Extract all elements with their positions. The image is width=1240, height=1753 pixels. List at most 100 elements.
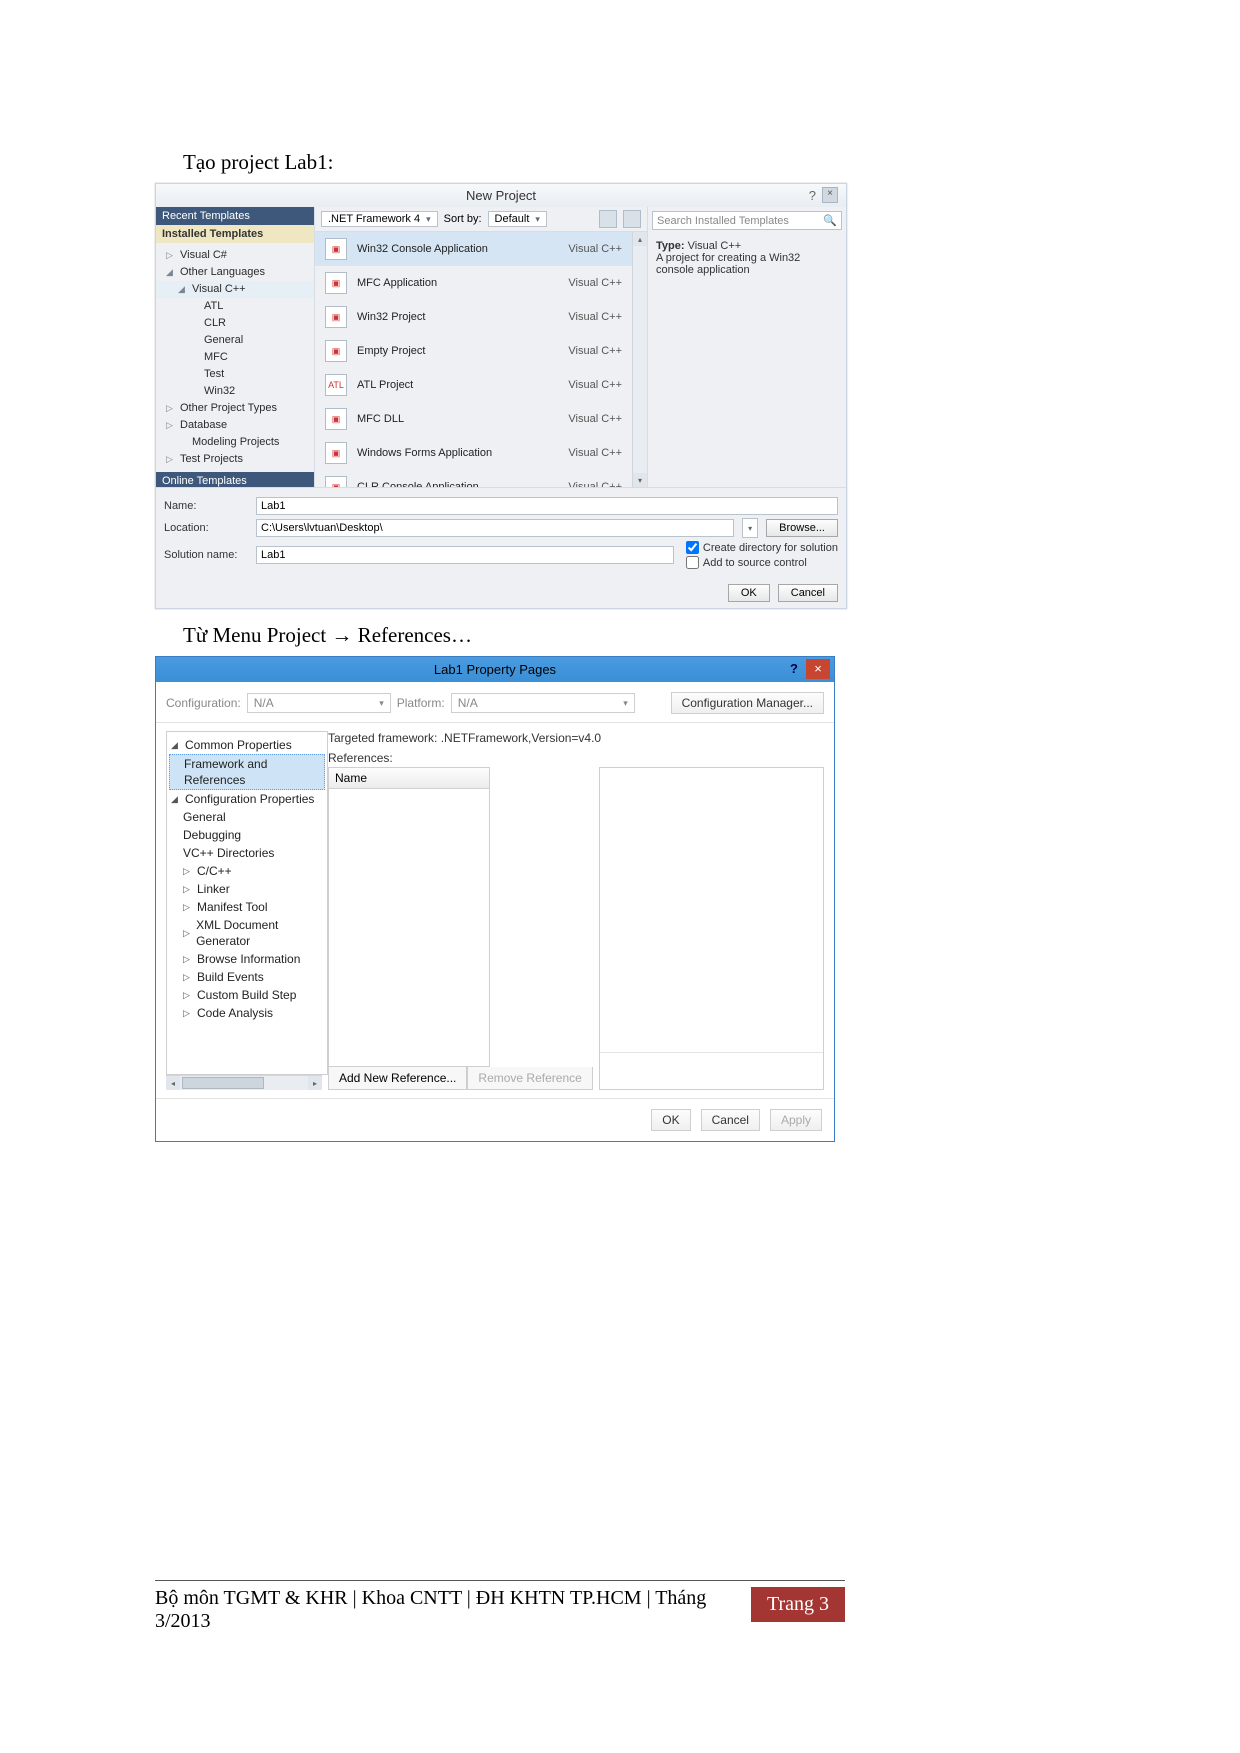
template-item[interactable]: ▣MFC ApplicationVisual C++	[315, 266, 632, 300]
tree-test[interactable]: Test	[204, 367, 224, 382]
references-list[interactable]: Name	[328, 767, 490, 1067]
ok-button[interactable]: OK	[651, 1109, 690, 1131]
name-column-header[interactable]: Name	[329, 768, 489, 789]
template-lang: Visual C++	[568, 447, 622, 459]
template-item[interactable]: ▣CLR Console ApplicationVisual C++	[315, 470, 632, 487]
tree-vcpp-directories[interactable]: VC++ Directories	[183, 845, 274, 861]
template-name: Win32 Console Application	[357, 243, 488, 255]
property-pages-dialog: Lab1 Property Pages ? × Configuration: N…	[155, 656, 835, 1142]
tree-database[interactable]: Database	[180, 418, 227, 433]
framework-dropdown[interactable]: .NET Framework 4 ▾	[321, 211, 438, 227]
dialog-title: New Project ? ×	[156, 184, 846, 207]
tree-code-analysis[interactable]: Code Analysis	[197, 1005, 273, 1021]
scroll-right-icon[interactable]: ▸	[308, 1076, 322, 1090]
tree-general[interactable]: General	[183, 809, 226, 825]
recent-templates-header[interactable]: Recent Templates	[156, 207, 314, 225]
help-icon[interactable]: ?	[809, 188, 816, 203]
configuration-dropdown[interactable]: N/A▾	[247, 693, 391, 713]
sortby-dropdown[interactable]: Default ▾	[488, 211, 547, 227]
template-lang: Visual C++	[568, 311, 622, 323]
add-source-control-label: Add to source control	[703, 557, 807, 569]
tree-configuration-properties[interactable]: Configuration Properties	[185, 791, 314, 807]
chevron-down-icon: ▾	[426, 214, 431, 225]
scroll-left-icon[interactable]: ◂	[166, 1076, 180, 1090]
dialog-title: Lab1 Property Pages ? ×	[156, 657, 834, 682]
tree-linker[interactable]: Linker	[197, 881, 230, 897]
help-icon[interactable]: ?	[790, 661, 798, 676]
view-large-icon[interactable]	[599, 210, 617, 228]
tree-mfc[interactable]: MFC	[204, 350, 228, 365]
project-icon: ▣	[325, 476, 347, 487]
installed-templates-header[interactable]: Installed Templates	[156, 225, 314, 243]
property-tree: ◢Common Properties Framework and Referen…	[166, 731, 328, 1075]
create-directory-checkbox[interactable]	[686, 541, 699, 554]
tree-visual-cpp[interactable]: Visual C++	[192, 282, 246, 297]
scroll-down-icon[interactable]: ▾	[633, 473, 647, 487]
solution-name-input[interactable]	[256, 546, 674, 564]
tree-build-events[interactable]: Build Events	[197, 969, 264, 985]
tree-c-cpp[interactable]: C/C++	[197, 863, 232, 879]
template-description: Type: Visual C++ A project for creating …	[648, 234, 846, 282]
tree-general[interactable]: General	[204, 333, 243, 348]
framework-value: .NET Framework 4	[328, 213, 420, 225]
view-small-icon[interactable]	[623, 210, 641, 228]
location-input[interactable]	[256, 519, 734, 537]
close-icon[interactable]: ×	[822, 187, 838, 203]
create-directory-label: Create directory for solution	[703, 542, 838, 554]
configuration-manager-button[interactable]: Configuration Manager...	[671, 692, 824, 714]
tree-modeling-projects[interactable]: Modeling Projects	[192, 435, 279, 450]
template-item[interactable]: ▣MFC DLLVisual C++	[315, 402, 632, 436]
tree-debugging[interactable]: Debugging	[183, 827, 241, 843]
location-dropdown-icon[interactable]: ▾	[742, 518, 758, 538]
tree-common-properties[interactable]: Common Properties	[185, 737, 292, 753]
cancel-button[interactable]: Cancel	[778, 584, 838, 602]
template-item[interactable]: ▣Empty ProjectVisual C++	[315, 334, 632, 368]
close-icon[interactable]: ×	[806, 659, 830, 679]
dialog-title-text: Lab1 Property Pages	[434, 662, 556, 677]
tree-other-languages[interactable]: Other Languages	[180, 265, 265, 280]
search-input[interactable]: Search Installed Templates 🔍	[652, 211, 842, 230]
template-lang: Visual C++	[568, 413, 622, 425]
heading-references: Từ Menu Project → References…	[183, 623, 1090, 648]
references-label: References:	[328, 749, 824, 767]
template-lang: Visual C++	[568, 243, 622, 255]
tree-clr[interactable]: CLR	[204, 316, 226, 331]
search-icon: 🔍	[823, 214, 837, 227]
tree-test-projects[interactable]: Test Projects	[180, 452, 243, 467]
tree-browse-information[interactable]: Browse Information	[197, 951, 300, 967]
template-item[interactable]: ATLATL ProjectVisual C++	[315, 368, 632, 402]
type-label: Type:	[656, 240, 685, 252]
tree-win32[interactable]: Win32	[204, 384, 235, 399]
template-item[interactable]: ▣Win32 ProjectVisual C++	[315, 300, 632, 334]
tree-custom-build-step[interactable]: Custom Build Step	[197, 987, 296, 1003]
template-item[interactable]: ▣Win32 Console ApplicationVisual C++	[315, 232, 632, 266]
tree-framework-and-references[interactable]: Framework and References	[184, 756, 322, 788]
tree-visual-csharp[interactable]: Visual C#	[180, 248, 227, 263]
name-label: Name:	[164, 500, 248, 512]
platform-dropdown[interactable]: N/A▾	[451, 693, 635, 713]
scroll-thumb[interactable]	[182, 1077, 264, 1089]
template-name: Windows Forms Application	[357, 447, 492, 459]
ok-button[interactable]: OK	[728, 584, 770, 602]
template-item[interactable]: ▣ Windows Forms Application Visual C++	[315, 436, 632, 470]
page-footer: Bộ môn TGMT & KHR | Khoa CNTT | ĐH KHTN …	[155, 1580, 845, 1633]
targeted-framework-label: Targeted framework: .NETFramework,Versio…	[328, 731, 824, 749]
tree-other-project-types[interactable]: Other Project Types	[180, 401, 277, 416]
name-input[interactable]	[256, 497, 838, 515]
tree-atl[interactable]: ATL	[204, 299, 223, 314]
browse-button[interactable]: Browse...	[766, 519, 838, 537]
template-scrollbar[interactable]: ▴ ▾	[632, 232, 647, 487]
scroll-up-icon[interactable]: ▴	[633, 232, 647, 246]
add-source-control-checkbox[interactable]	[686, 556, 699, 569]
remove-reference-button[interactable]: Remove Reference	[467, 1067, 592, 1090]
sortby-value: Default	[495, 213, 530, 225]
tree-manifest-tool[interactable]: Manifest Tool	[197, 899, 267, 915]
project-icon: ▣	[325, 442, 347, 464]
platform-label: Platform:	[397, 696, 445, 710]
tree-xml-doc-generator[interactable]: XML Document Generator	[196, 917, 323, 949]
tree-scrollbar-h[interactable]: ◂ ▸	[166, 1075, 322, 1090]
add-new-reference-button[interactable]: Add New Reference...	[328, 1067, 467, 1090]
apply-button[interactable]: Apply	[770, 1109, 822, 1131]
cancel-button[interactable]: Cancel	[701, 1109, 760, 1131]
page-number-badge: Trang 3	[751, 1587, 845, 1622]
